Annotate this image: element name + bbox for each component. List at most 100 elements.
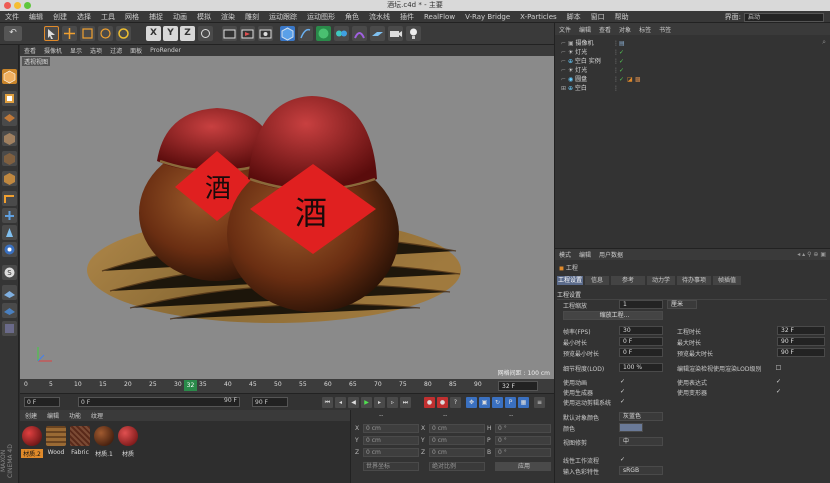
attribute-nav-arrows-icon[interactable]: ◂ ▴ ⚲ ⊕ ▣ <box>793 251 830 258</box>
object-menu-bookmarks[interactable]: 书签 <box>655 25 675 34</box>
use-deformers-checkbox[interactable]: ✓ <box>775 388 782 395</box>
menu-animate[interactable]: 动画 <box>168 12 192 22</box>
texture-mode-icon[interactable] <box>2 111 17 126</box>
render-lod-in-editor-checkbox[interactable]: □ <box>775 364 782 371</box>
tweak-mode-icon[interactable] <box>2 225 17 240</box>
material-swatch[interactable]: 材质.2 <box>21 424 43 458</box>
viewport-menu-prorender[interactable]: ProRender <box>146 47 185 54</box>
next-frame-icon[interactable]: ▸ <box>374 397 385 408</box>
menu-sculpt[interactable]: 雕刻 <box>240 12 264 22</box>
project-scale-field[interactable]: 1 <box>619 300 663 309</box>
autokey-icon[interactable]: ● <box>437 397 448 408</box>
model-mode-icon[interactable] <box>2 91 17 106</box>
use-motion-system-checkbox[interactable]: ✓ <box>619 398 626 405</box>
menu-mesh[interactable]: 网格 <box>120 12 144 22</box>
menu-realflow[interactable]: RealFlow <box>419 13 460 21</box>
menu-file[interactable]: 文件 <box>0 12 24 22</box>
material-swatch[interactable]: 材质 <box>117 424 139 458</box>
y-axis-lock-button[interactable]: Y <box>163 26 178 41</box>
zoom-window-button[interactable] <box>24 2 31 9</box>
material-menu-edit[interactable]: 编辑 <box>42 411 64 420</box>
enabled-check-icon[interactable]: ✓ <box>619 48 624 57</box>
attribute-menu-user-data[interactable]: 用户数据 <box>595 250 627 259</box>
key-point-level-icon[interactable]: ▦ <box>518 397 529 408</box>
object-menu-file[interactable]: 文件 <box>555 25 575 34</box>
position-z-field[interactable]: 0 cm <box>363 448 419 457</box>
object-menu-view[interactable]: 查看 <box>595 25 615 34</box>
object-row[interactable]: ⌐ ⊕ 空白 实例 ⋮ ✓ <box>561 57 826 66</box>
material-swatch[interactable]: 材质.1 <box>93 424 115 458</box>
texture-tag-icon[interactable]: ▩ <box>635 75 641 84</box>
max-time-field[interactable]: 90 F <box>777 337 825 346</box>
tab-key-interpolation[interactable]: 帧插值 <box>713 276 741 285</box>
menu-mograph[interactable]: 运动图形 <box>302 12 340 22</box>
timeline-playhead[interactable]: 32 <box>184 380 197 391</box>
menu-window[interactable]: 窗口 <box>586 12 610 22</box>
project-duration-field[interactable]: 32 F <box>777 326 825 335</box>
3d-viewport[interactable]: 酒 酒 透视视图 网格间距 : 100 cm <box>20 56 554 379</box>
preview-range-field[interactable]: 0 F <box>78 397 240 407</box>
pen-spline-icon[interactable] <box>298 26 313 41</box>
default-object-color-dropdown[interactable]: 灰蓝色 <box>619 412 663 421</box>
cube-icon[interactable] <box>280 26 295 41</box>
timeline-ruler[interactable]: 0 5 10 15 20 25 30 35 40 45 50 55 60 65 … <box>20 379 554 393</box>
menu-x-particles[interactable]: X-Particles <box>515 13 561 21</box>
viewport-menu-display[interactable]: 显示 <box>66 46 86 55</box>
attribute-menu-edit[interactable]: 编辑 <box>575 250 595 259</box>
use-generators-checkbox[interactable]: ✓ <box>619 388 626 395</box>
min-time-field[interactable]: 0 F <box>619 337 663 346</box>
menu-edit[interactable]: 编辑 <box>24 12 48 22</box>
make-editable-icon[interactable] <box>2 69 17 84</box>
object-menu-objects[interactable]: 对象 <box>615 25 635 34</box>
object-menu-edit[interactable]: 编辑 <box>575 25 595 34</box>
object-row[interactable]: ⌐ ☀ 灯光 ⋮ ✓ <box>561 66 826 75</box>
apply-button[interactable]: 应用 <box>495 462 551 471</box>
object-row[interactable]: ⌐ ☀ 灯光 ⋮ ✓ <box>561 48 826 57</box>
menu-render[interactable]: 渲染 <box>216 12 240 22</box>
record-key-icon[interactable]: ● <box>424 397 435 408</box>
subdivision-surface-icon[interactable] <box>316 26 331 41</box>
object-row[interactable]: ⌐ ▣ 摄像机 ⋮ ▤ <box>561 39 826 48</box>
x-axis-lock-button[interactable]: X <box>146 26 161 41</box>
position-x-field[interactable]: 0 cm <box>363 424 419 433</box>
key-scale-icon[interactable]: ▣ <box>479 397 490 408</box>
viewport-menu-options[interactable]: 选项 <box>86 46 106 55</box>
previous-key-icon[interactable]: ◂ <box>335 397 346 408</box>
coordinate-space-dropdown[interactable]: 世界坐标 <box>363 462 419 471</box>
input-color-profile-dropdown[interactable]: sRGB <box>619 466 663 475</box>
play-icon[interactable]: ▶ <box>361 397 372 408</box>
rotation-p-field[interactable]: 0 ° <box>495 436 551 445</box>
layout-dropdown[interactable]: 启动 <box>744 12 824 22</box>
tab-todo[interactable]: 待办事项 <box>677 276 711 285</box>
workplane-icon[interactable] <box>2 131 17 146</box>
menu-plugins[interactable]: 插件 <box>395 12 419 22</box>
object-row[interactable]: ⊞ ⊕ 空白 ⋮ <box>561 84 826 93</box>
move-icon[interactable] <box>62 26 77 41</box>
cloner-icon[interactable] <box>334 26 349 41</box>
viewport-menu-panel[interactable]: 面板 <box>126 46 146 55</box>
points-mode-icon[interactable] <box>2 151 17 166</box>
rotate-icon[interactable] <box>98 26 113 41</box>
material-swatch[interactable]: Wood <box>45 424 67 458</box>
viewport-menu-view[interactable]: 查看 <box>20 46 40 55</box>
preview-max-time-field[interactable]: 90 F <box>777 348 825 357</box>
material-menu-texture[interactable]: 纹理 <box>86 411 108 420</box>
scale-icon[interactable] <box>80 26 95 41</box>
timeline-menu-icon[interactable]: ≡ <box>534 397 545 408</box>
rotation-h-field[interactable]: 0 ° <box>495 424 551 433</box>
menu-script[interactable]: 脚本 <box>562 12 586 22</box>
key-selection-icon[interactable]: ? <box>450 397 461 408</box>
menu-pipeline[interactable]: 流水线 <box>364 12 395 22</box>
menu-create[interactable]: 创建 <box>48 12 72 22</box>
menu-character[interactable]: 角色 <box>340 12 364 22</box>
material-swatch[interactable]: Fabric <box>69 424 91 458</box>
snap-icon[interactable]: S <box>2 265 17 280</box>
tab-dynamics[interactable]: 动力学 <box>647 276 675 285</box>
preview-min-time-field[interactable]: 0 F <box>619 348 663 357</box>
enabled-check-icon[interactable]: ✓ <box>619 66 624 75</box>
use-animation-checkbox[interactable]: ✓ <box>619 378 626 385</box>
size-z-field[interactable]: 0 cm <box>429 448 485 457</box>
use-expressions-checkbox[interactable]: ✓ <box>775 378 782 385</box>
tab-project-settings[interactable]: 工程设置 <box>557 276 583 285</box>
light-icon[interactable] <box>406 26 421 41</box>
